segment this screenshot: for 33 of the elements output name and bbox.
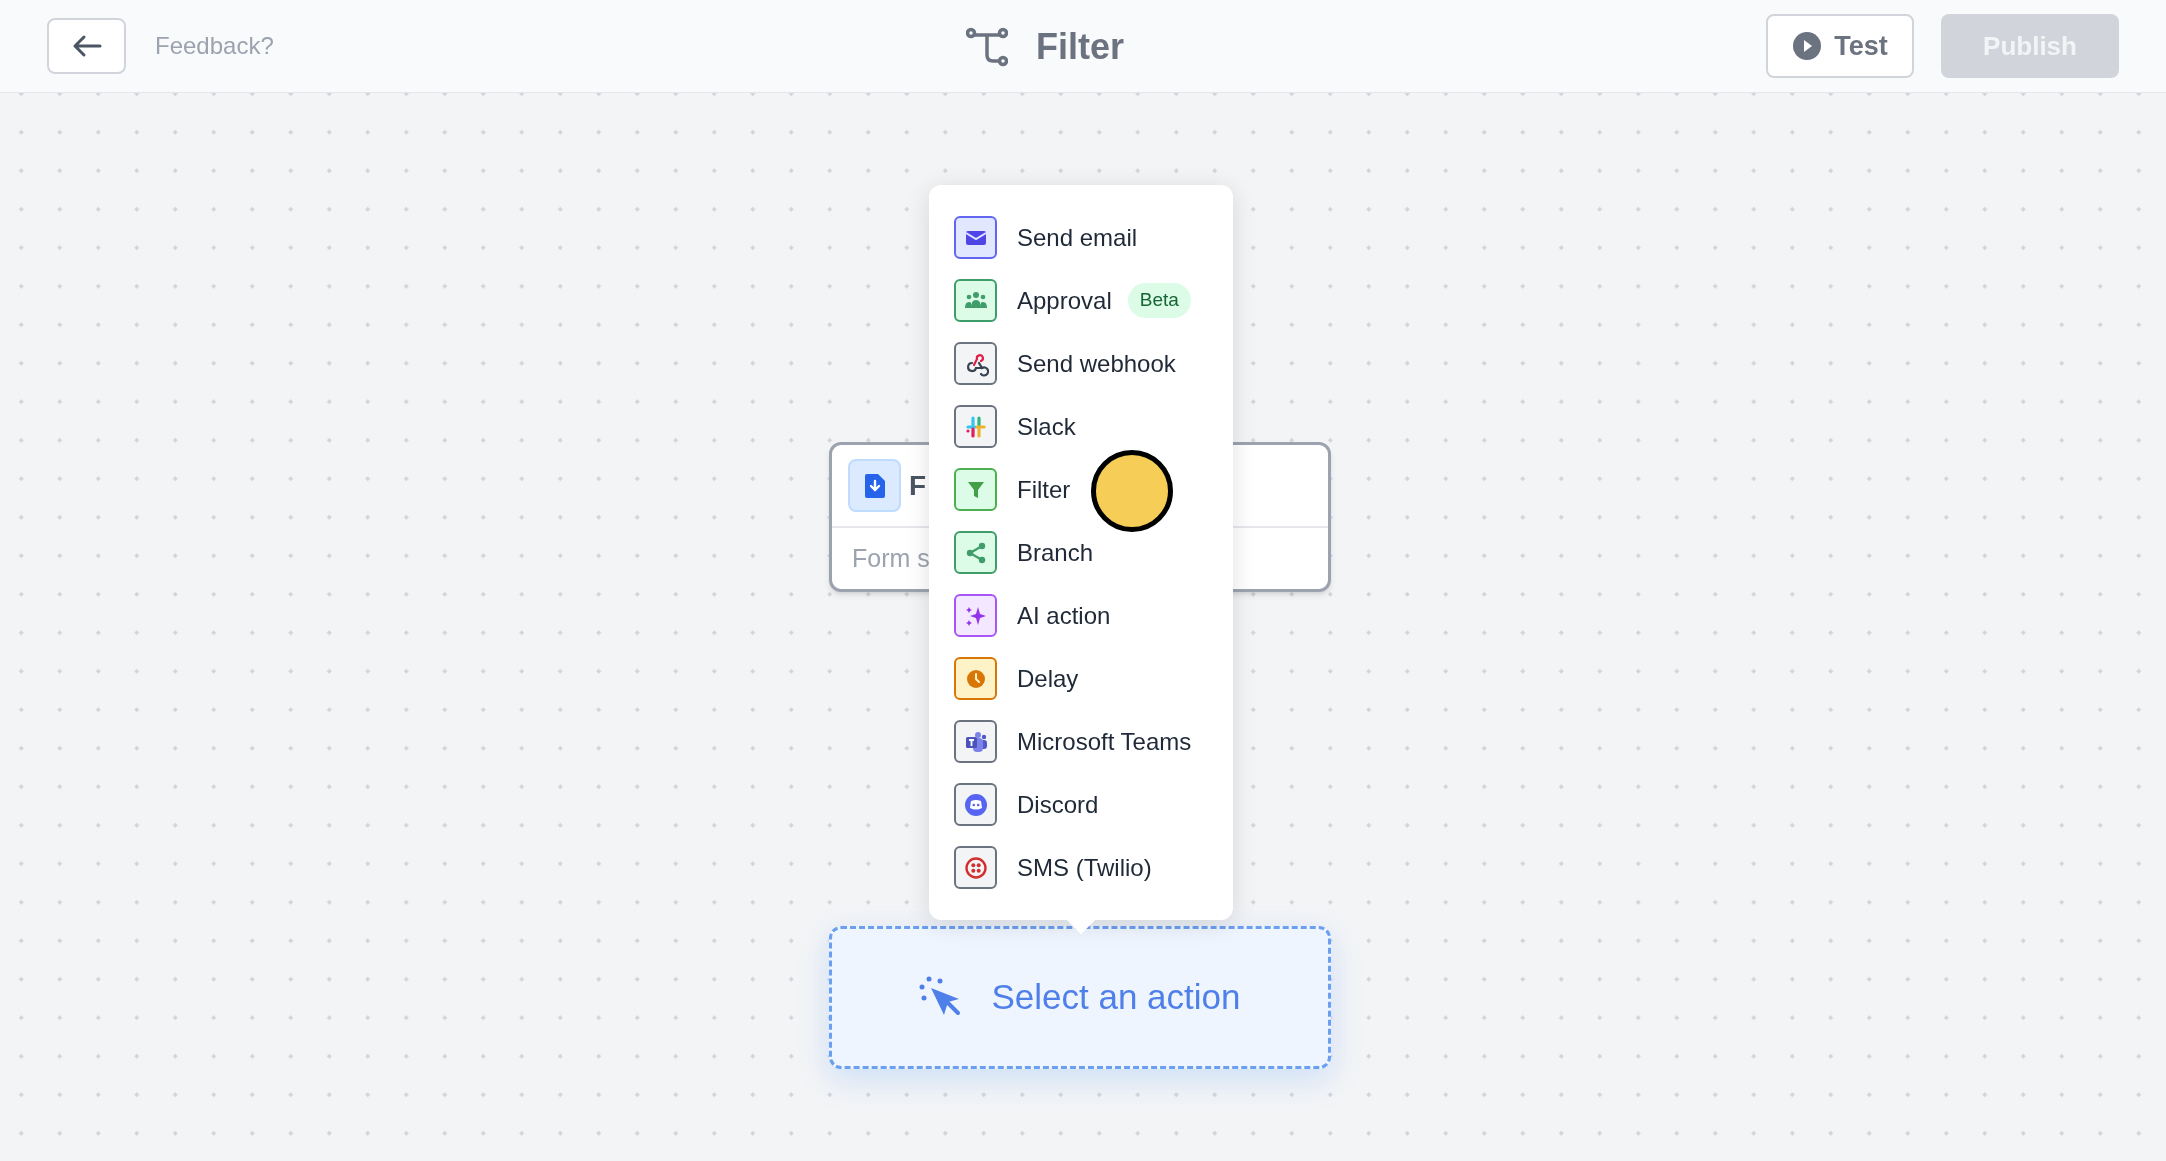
discord-icon <box>954 783 997 826</box>
menu-item[interactable]: Slack <box>1017 408 1076 445</box>
beta-badge: Beta <box>1127 283 1191 318</box>
envelope-icon <box>954 216 997 259</box>
filter-node-icon <box>966 26 1008 67</box>
menu-item[interactable]: Branch <box>1017 534 1094 571</box>
back-arrow-icon <box>71 34 102 58</box>
menu-item[interactable]: Microsoft Teams <box>1017 723 1192 760</box>
twilio-icon <box>954 846 997 889</box>
clock-icon <box>954 657 997 700</box>
funnel-icon <box>954 468 997 511</box>
back-button[interactable] <box>47 18 126 74</box>
people-icon <box>954 279 997 322</box>
sparkles-icon <box>954 594 997 637</box>
menu-item[interactable]: Delay <box>1017 660 1079 697</box>
form-icon <box>848 459 901 512</box>
menu-item[interactable]: SMS (Twilio) <box>1017 849 1152 886</box>
test-button[interactable]: Test <box>1766 14 1914 78</box>
node-title: F <box>909 468 927 503</box>
menu-item[interactable]: AI action <box>1017 597 1111 634</box>
menu-item[interactable]: Send webhook <box>1017 345 1176 382</box>
play-icon <box>1792 31 1823 61</box>
share-icon <box>954 531 997 574</box>
node-subtitle: Form s <box>852 542 930 574</box>
menu-item[interactable]: Approval <box>1017 282 1112 319</box>
select-action-label: Select an action <box>991 976 1241 1019</box>
menu-item[interactable]: Filter <box>1017 471 1071 508</box>
page-title: Filter <box>1036 24 1124 69</box>
teams-icon <box>954 720 997 763</box>
menu-item[interactable]: Send email <box>1017 219 1138 256</box>
menu-item[interactable]: Discord <box>1017 786 1099 823</box>
webhook-icon <box>954 342 997 385</box>
slack-icon <box>954 405 997 448</box>
